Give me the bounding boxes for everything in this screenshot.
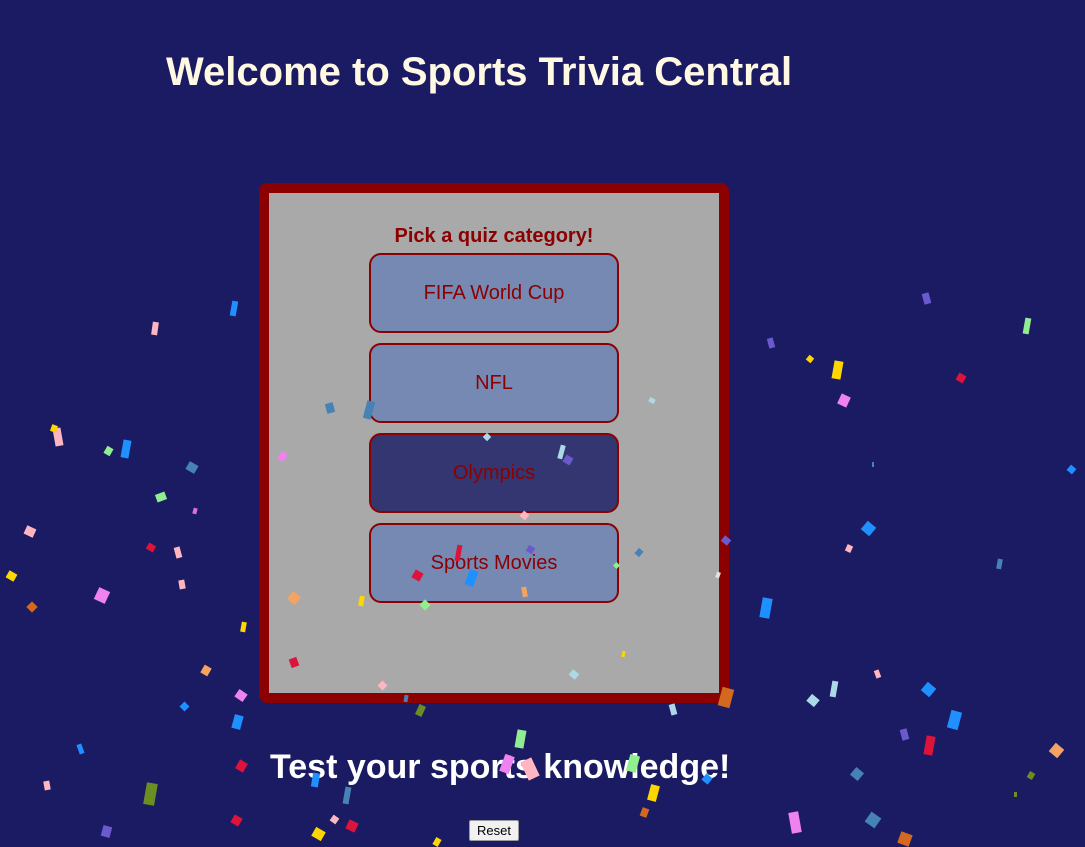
confetti-piece bbox=[414, 703, 426, 717]
confetti-piece bbox=[788, 810, 802, 834]
confetti-piece bbox=[849, 766, 865, 782]
confetti-piece bbox=[179, 701, 189, 711]
category-button-olympics[interactable]: Olympics bbox=[369, 433, 619, 513]
confetti-piece bbox=[185, 460, 199, 474]
confetti-piece bbox=[102, 445, 114, 457]
confetti-piece bbox=[192, 507, 198, 515]
confetti-piece bbox=[234, 759, 248, 773]
confetti-piece bbox=[52, 427, 64, 447]
confetti-piece bbox=[860, 520, 876, 536]
confetti-piece bbox=[639, 806, 649, 818]
confetti-piece bbox=[173, 545, 183, 559]
tagline: Test your sports knowledge! bbox=[270, 748, 731, 786]
confetti-piece bbox=[806, 693, 820, 707]
confetti-piece bbox=[805, 354, 815, 364]
quiz-panel: Pick a quiz category! FIFA World Cup NFL… bbox=[259, 183, 729, 703]
confetti-piece bbox=[899, 727, 909, 741]
confetti-piece bbox=[1022, 317, 1032, 335]
confetti-piece bbox=[514, 729, 526, 749]
confetti-piece bbox=[26, 601, 38, 613]
confetti-piece bbox=[5, 570, 17, 582]
category-button-fifa-world-cup[interactable]: FIFA World Cup bbox=[369, 253, 619, 333]
confetti-piece bbox=[93, 586, 111, 604]
confetti-piece bbox=[946, 709, 962, 731]
confetti-piece bbox=[1013, 791, 1017, 797]
confetti-piece bbox=[1048, 742, 1064, 758]
confetti-piece bbox=[920, 681, 936, 697]
confetti-piece bbox=[142, 782, 158, 806]
confetti-piece bbox=[230, 714, 244, 730]
confetti-piece bbox=[921, 291, 931, 305]
confetti-piece bbox=[844, 543, 854, 553]
confetti-piece bbox=[432, 837, 442, 847]
confetti-piece bbox=[668, 702, 678, 716]
category-button-sports-movies[interactable]: Sports Movies bbox=[369, 523, 619, 603]
confetti-piece bbox=[759, 597, 773, 619]
confetti-piece bbox=[837, 392, 851, 408]
confetti-piece bbox=[345, 819, 359, 833]
confetti-piece bbox=[145, 541, 157, 553]
confetti-piece bbox=[75, 743, 85, 755]
confetti-piece bbox=[200, 664, 212, 676]
confetti-piece bbox=[49, 423, 59, 433]
confetti-piece bbox=[154, 491, 168, 503]
confetti-piece bbox=[178, 579, 186, 589]
category-button-nfl[interactable]: NFL bbox=[369, 343, 619, 423]
confetti-piece bbox=[995, 558, 1003, 570]
quiz-prompt: Pick a quiz category! bbox=[394, 225, 594, 247]
confetti-piece bbox=[310, 826, 326, 842]
confetti-piece bbox=[955, 372, 967, 384]
confetti-piece bbox=[239, 621, 247, 633]
confetti-piece bbox=[864, 811, 882, 829]
confetti-piece bbox=[873, 669, 881, 679]
confetti-piece bbox=[829, 680, 839, 698]
confetti-piece bbox=[43, 780, 51, 790]
confetti-piece bbox=[922, 734, 936, 756]
confetti-piece bbox=[831, 360, 843, 380]
confetti-piece bbox=[342, 786, 352, 804]
confetti-piece bbox=[872, 461, 874, 467]
confetti-piece bbox=[100, 824, 112, 838]
confetti-piece bbox=[229, 300, 239, 316]
reset-button[interactable]: Reset bbox=[469, 820, 519, 841]
confetti-piece bbox=[897, 831, 913, 847]
page-title: Welcome to Sports Trivia Central bbox=[166, 50, 793, 94]
confetti-piece bbox=[1066, 464, 1076, 474]
confetti-piece bbox=[120, 439, 132, 459]
confetti-piece bbox=[151, 321, 159, 335]
confetti-piece bbox=[329, 814, 339, 824]
confetti-piece bbox=[234, 688, 248, 702]
confetti-piece bbox=[1026, 770, 1036, 780]
confetti-piece bbox=[23, 524, 37, 538]
confetti-piece bbox=[766, 337, 776, 349]
confetti-piece bbox=[229, 813, 243, 827]
